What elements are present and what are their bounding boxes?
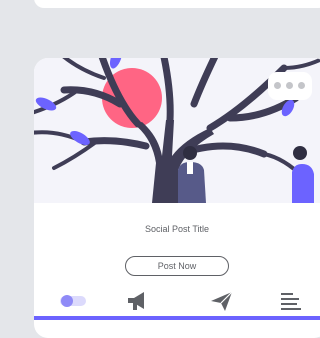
megaphone-icon[interactable] bbox=[124, 290, 150, 312]
previous-card bbox=[34, 0, 320, 8]
send-icon[interactable] bbox=[209, 290, 235, 312]
toggle-icon[interactable] bbox=[58, 290, 86, 312]
active-indicator-bar bbox=[34, 316, 320, 320]
post-card: Social Post Title Post Now bbox=[34, 58, 320, 338]
dot-icon bbox=[286, 82, 293, 89]
dot-icon bbox=[274, 82, 281, 89]
menu-lines-icon[interactable] bbox=[278, 290, 304, 312]
bottom-tab-bar bbox=[34, 286, 320, 316]
post-now-button[interactable]: Post Now bbox=[125, 256, 229, 276]
dot-icon bbox=[298, 82, 305, 89]
post-title: Social Post Title bbox=[144, 224, 210, 234]
more-options-button[interactable] bbox=[268, 72, 312, 100]
